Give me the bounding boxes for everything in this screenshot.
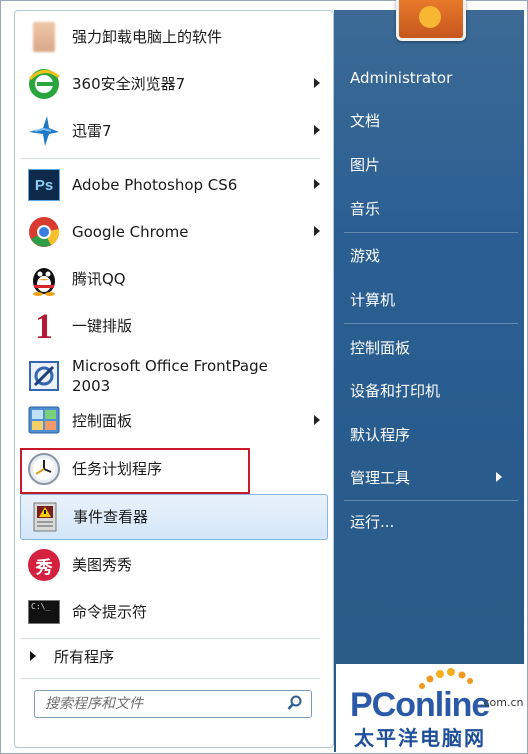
- right-item-admin-tools[interactable]: 管理工具: [350, 468, 410, 488]
- menu-item-chrome[interactable]: Google Chrome: [20, 209, 328, 255]
- menu-item-label: Microsoft Office FrontPage: [72, 357, 268, 375]
- menu-item-frontpage[interactable]: Microsoft Office FrontPage 2003: [20, 350, 328, 402]
- right-item-pictures[interactable]: 图片: [350, 155, 380, 175]
- event-viewer-icon: [27, 499, 63, 535]
- menu-item-label: Adobe Photoshop CS6: [72, 176, 238, 194]
- menu-item-label: 迅雷7: [72, 122, 112, 140]
- right-item-games[interactable]: 游戏: [350, 246, 380, 266]
- menu-item-label: 命令提示符: [72, 603, 148, 621]
- right-item-computer[interactable]: 计算机: [350, 290, 395, 310]
- menu-item-uninstaller[interactable]: 强力卸载电脑上的软件: [20, 14, 328, 60]
- all-programs-button[interactable]: 所有程序: [20, 644, 114, 668]
- submenu-arrow-icon[interactable]: [314, 226, 320, 236]
- menu-item-thunder[interactable]: 迅雷7: [20, 108, 328, 154]
- photoshop-icon: Ps: [26, 167, 62, 203]
- menu-separator: [20, 678, 320, 679]
- right-item-control-panel[interactable]: 控制面板: [350, 338, 410, 358]
- right-item-default-programs[interactable]: 默认程序: [350, 425, 410, 445]
- thunder-icon: [26, 113, 62, 149]
- pconline-watermark: PConline .com.cn 太平洋电脑网: [336, 664, 524, 752]
- brand-logo: PConline: [350, 686, 490, 724]
- search-icon[interactable]: [287, 695, 303, 715]
- menu-item-control-panel[interactable]: 控制面板: [20, 398, 328, 444]
- 360-browser-icon: [26, 66, 62, 102]
- right-separator: [344, 500, 518, 501]
- menu-item-label: 美图秀秀: [72, 556, 133, 574]
- annotation-highlight-box: [20, 448, 250, 494]
- qq-penguin-icon: [26, 261, 62, 297]
- user-avatar[interactable]: [396, 0, 466, 41]
- menu-item-label: 腾讯QQ: [72, 270, 126, 288]
- number-one-icon: 1: [35, 306, 53, 346]
- cmd-icon: C:\_: [26, 594, 62, 630]
- menu-item-photoshop[interactable]: Ps Adobe Photoshop CS6: [20, 162, 328, 208]
- menu-item-label: 360安全浏览器7: [72, 75, 186, 93]
- menu-separator: [20, 638, 320, 639]
- submenu-arrow-icon[interactable]: [314, 415, 320, 425]
- right-item-run[interactable]: 运行...: [350, 512, 394, 532]
- right-separator: [344, 323, 518, 324]
- brand-chinese-name: 太平洋电脑网: [354, 726, 486, 750]
- brand-domain: .com.cn: [480, 696, 524, 709]
- menu-item-label: Google Chrome: [72, 223, 189, 241]
- frontpage-icon: [26, 358, 62, 394]
- menu-item-qq[interactable]: 腾讯QQ: [20, 256, 328, 302]
- search-box[interactable]: [34, 690, 312, 718]
- right-separator: [344, 232, 518, 233]
- menu-item-label-line2: 2003: [72, 377, 111, 395]
- right-item-devices-printers[interactable]: 设备和打印机: [350, 381, 440, 401]
- menu-item-label: 事件查看器: [73, 508, 149, 526]
- menu-item-label: 强力卸载电脑上的软件: [72, 28, 223, 46]
- search-input[interactable]: [43, 695, 283, 713]
- menu-item-meitu[interactable]: 秀 美图秀秀: [20, 542, 328, 588]
- menu-separator: [20, 158, 320, 159]
- menu-item-label: 一键排版: [72, 317, 133, 335]
- submenu-arrow-icon[interactable]: [314, 179, 320, 189]
- right-item-music[interactable]: 音乐: [350, 199, 380, 219]
- submenu-arrow-icon[interactable]: [314, 125, 320, 135]
- menu-item-cmd[interactable]: C:\_ 命令提示符: [20, 589, 328, 635]
- menu-item-360-browser[interactable]: 360安全浏览器7: [20, 61, 328, 107]
- menu-item-label: 控制面板: [72, 412, 133, 430]
- menu-item-one-key-layout[interactable]: 1 一键排版: [20, 303, 328, 349]
- flower-icon: [419, 6, 441, 28]
- control-panel-icon: [26, 403, 62, 439]
- meitu-icon: 秀: [26, 547, 62, 583]
- right-item-administrator[interactable]: Administrator: [350, 68, 452, 88]
- right-item-documents[interactable]: 文档: [350, 111, 380, 131]
- chrome-icon: [26, 214, 62, 250]
- expand-arrow-icon: [30, 651, 36, 661]
- submenu-arrow-icon[interactable]: [314, 78, 320, 88]
- blurred-app-icon: [26, 19, 62, 55]
- all-programs-label: 所有程序: [54, 647, 115, 666]
- menu-item-event-viewer[interactable]: 事件查看器: [20, 494, 328, 540]
- submenu-arrow-icon[interactable]: [496, 472, 502, 482]
